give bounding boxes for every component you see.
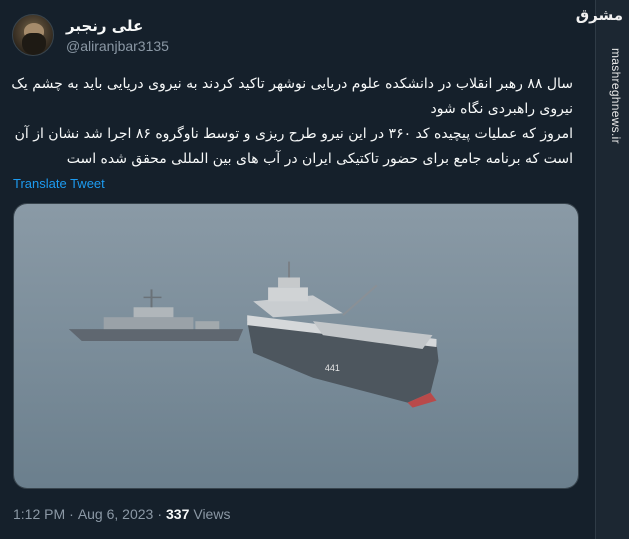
tweet-header: علی رنجبر @aliranjbar3135 <box>12 12 169 58</box>
ships-photo: 441 <box>14 204 578 488</box>
tweet-card: علی رنجبر @aliranjbar3135 سال ۸۸ رهبر ان… <box>0 0 595 539</box>
tweet-time[interactable]: 1:12 PM <box>13 506 65 522</box>
author-names: علی رنجبر @aliranjbar3135 <box>66 17 169 54</box>
author-handle[interactable]: @aliranjbar3135 <box>66 38 169 54</box>
avatar[interactable] <box>12 14 54 56</box>
watermark-url: mashreghnews.ir <box>609 48 623 144</box>
translate-tweet-link[interactable]: Translate Tweet <box>13 176 105 191</box>
views-label: Views <box>193 506 231 522</box>
tweet-date[interactable]: Aug 6, 2023 <box>78 506 154 522</box>
tweet-meta: 1:12 PM · Aug 6, 2023 · 337 Views <box>13 506 230 522</box>
meta-separator: · <box>69 506 74 522</box>
tweet-photo[interactable]: 441 <box>13 203 579 489</box>
author-display-name[interactable]: علی رنجبر <box>66 17 169 35</box>
avatar-beard <box>22 33 46 55</box>
views-count: 337 <box>166 506 190 522</box>
tweet-text: سال ۸۸ رهبر انقلاب در دانشکده علوم دریای… <box>0 72 573 172</box>
tweet-text-line-2: امروز که عملیات پیچیده کد ۳۶۰ در این نیر… <box>14 126 573 167</box>
hull-number: 441 <box>325 363 340 373</box>
watermark-strip: مشرق mashreghnews.ir <box>575 0 629 539</box>
tweet-text-line-1: سال ۸۸ رهبر انقلاب در دانشکده علوم دریای… <box>11 76 573 117</box>
meta-separator-2: · <box>157 506 162 522</box>
watermark-logo: مشرق <box>575 6 623 24</box>
